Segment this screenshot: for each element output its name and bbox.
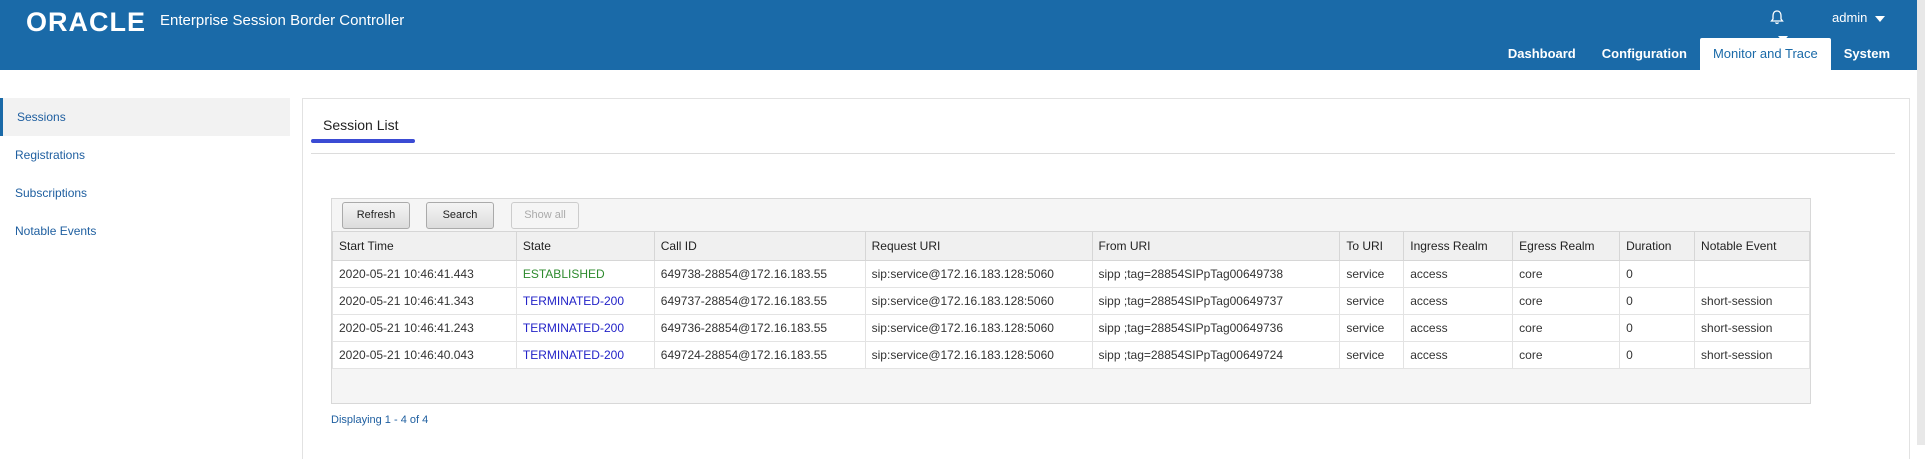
chevron-down-icon [1875,15,1886,22]
nav-dashboard[interactable]: Dashboard [1495,38,1589,70]
table-cell: 2020-05-21 10:46:41.243 [332,314,517,342]
table-row[interactable]: 2020-05-21 10:46:40.043 TERMINATED-200 649… [332,341,1810,369]
column-header-ingress-realm[interactable]: Ingress Realm [1403,231,1514,261]
table-cell: service [1339,314,1405,342]
show-all-button[interactable]: Show all [511,202,579,229]
table-cell: access [1403,341,1514,369]
search-button[interactable]: Search [426,202,494,229]
table-cell: sipp ;tag=28854SIPpTag00649737 [1091,287,1341,315]
table-cell: core [1512,314,1621,342]
session-grid: Refresh Search Show all Start Time State… [331,198,1811,404]
sidebar: Sessions Registrations Subscriptions Not… [0,98,290,250]
table-cell [1694,260,1810,288]
product-name: Enterprise Session Border Controller [160,12,405,29]
table-cell: core [1512,260,1621,288]
table-cell: 0 [1619,314,1696,342]
title-underline [311,139,415,143]
table-cell: sip:service@172.16.183.128:5060 [864,314,1093,342]
state-cell: TERMINATED-200 [515,287,655,315]
main-nav: Dashboard Configuration Monitor and Trac… [1495,38,1925,70]
table-row[interactable]: 2020-05-21 10:46:41.243 TERMINATED-200 649… [332,314,1810,342]
column-header-duration[interactable]: Duration [1619,231,1696,261]
column-header-notable-event[interactable]: Notable Event [1694,231,1810,261]
column-header-egress-realm[interactable]: Egress Realm [1512,231,1621,261]
table-cell: short-session [1694,314,1810,342]
grid-toolbar: Refresh Search Show all [332,199,1810,231]
column-header-start-time[interactable]: Start Time [332,231,517,261]
column-header-to-uri[interactable]: To URI [1339,231,1405,261]
state-cell: TERMINATED-200 [515,341,655,369]
table-cell: 2020-05-21 10:46:40.043 [332,341,517,369]
sidebar-item-registrations[interactable]: Registrations [0,136,290,174]
table-cell: sip:service@172.16.183.128:5060 [864,260,1093,288]
table-cell: short-session [1694,341,1810,369]
table-cell: access [1403,260,1514,288]
column-header-from-uri[interactable]: From URI [1091,231,1341,261]
table-cell: sipp ;tag=28854SIPpTag00649724 [1091,341,1341,369]
column-header-state[interactable]: State [515,231,655,261]
table-cell: sip:service@172.16.183.128:5060 [864,287,1093,315]
table-cell: 649736-28854@172.16.183.55 [653,314,866,342]
table-header-row: Start Time State Call ID Request URI Fro… [332,231,1810,261]
pagination-status: Displaying 1 - 4 of 4 [331,414,429,426]
table-cell: 649724-28854@172.16.183.55 [653,341,866,369]
nav-configuration[interactable]: Configuration [1589,38,1700,70]
table-cell: 2020-05-21 10:46:41.343 [332,287,517,315]
table-cell: 649738-28854@172.16.183.55 [653,260,866,288]
table-row[interactable]: 2020-05-21 10:46:41.443 ESTABLISHED 649738… [332,260,1810,288]
column-header-request-uri[interactable]: Request URI [864,231,1093,261]
table-cell: access [1403,287,1514,315]
notifications-menu[interactable] [1770,10,1800,42]
table-cell: 649737-28854@172.16.183.55 [653,287,866,315]
table-cell: service [1339,260,1405,288]
sidebar-item-subscriptions[interactable]: Subscriptions [0,174,290,212]
top-banner: ORACLE Enterprise Session Border Control… [0,0,1925,70]
nav-monitor-and-trace[interactable]: Monitor and Trace [1699,38,1831,70]
table-cell: access [1403,314,1514,342]
state-cell: ESTABLISHED [515,260,655,288]
table-cell: sipp ;tag=28854SIPpTag00649738 [1091,260,1341,288]
table-row[interactable]: 2020-05-21 10:46:41.343 TERMINATED-200 649… [332,287,1810,315]
table-body: 2020-05-21 10:46:41.443 ESTABLISHED 649738… [332,260,1810,369]
refresh-button[interactable]: Refresh [342,202,410,229]
user-name: admin [1832,10,1868,25]
table-cell: core [1512,341,1621,369]
oracle-logo: ORACLE [26,7,146,37]
sidebar-item-sessions[interactable]: Sessions [0,98,290,136]
session-list-panel: Session List Refresh Search Show all Sta… [302,98,1910,459]
page-title: Session List [323,117,399,133]
sessions-table: Start Time State Call ID Request URI Fro… [332,231,1810,369]
table-cell: sip:service@172.16.183.128:5060 [864,341,1093,369]
table-cell: 0 [1619,260,1696,288]
table-cell: 0 [1619,341,1696,369]
state-cell: TERMINATED-200 [515,314,655,342]
bell-icon [1770,10,1784,25]
table-cell: core [1512,287,1621,315]
table-cell: service [1339,287,1405,315]
column-header-call-id[interactable]: Call ID [653,231,866,261]
nav-system[interactable]: System [1831,38,1903,70]
table-cell: 0 [1619,287,1696,315]
table-cell: 2020-05-21 10:46:41.443 [332,260,517,288]
table-cell: short-session [1694,287,1810,315]
window-scrollbar[interactable] [1917,0,1925,445]
user-menu[interactable]: admin [1832,10,1886,25]
table-cell: service [1339,341,1405,369]
table-cell: sipp ;tag=28854SIPpTag00649736 [1091,314,1341,342]
sidebar-item-notable-events[interactable]: Notable Events [0,212,290,250]
divider [311,153,1895,154]
